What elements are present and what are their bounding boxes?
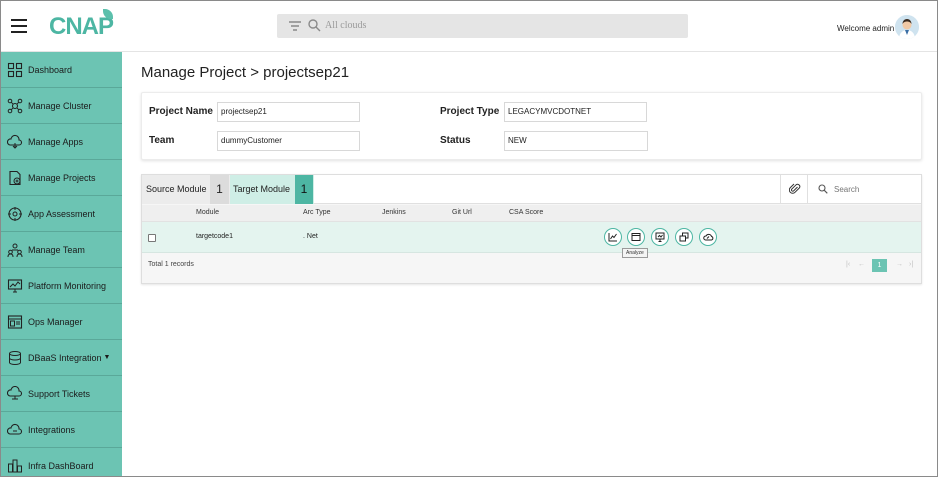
search-icon <box>818 184 828 194</box>
project-type-field[interactable]: LEGACYMVCDOTNET <box>504 102 647 122</box>
sidebar-item-label: Manage Team <box>28 244 85 255</box>
first-page-icon[interactable]: |‹ <box>846 261 850 268</box>
team-icon <box>7 243 23 257</box>
module-search[interactable] <box>808 175 921 204</box>
apps-icon <box>7 134 23 149</box>
assessment-icon <box>8 206 22 221</box>
target-count-badge: 1 <box>295 175 313 204</box>
page-title: Manage Project > projectsep21 <box>141 64 350 81</box>
sidebar-item-manage-projects[interactable]: Manage Projects <box>1 160 122 196</box>
team-label: Team <box>149 135 175 146</box>
cloud-action-button[interactable] <box>699 228 717 246</box>
total-records: Total 1 records <box>148 261 194 268</box>
sidebar-item-manage-cluster[interactable]: Manage Cluster <box>1 88 122 124</box>
app-window: CNAP All clouds Welcome admin Dashboard … <box>0 0 938 477</box>
sidebar-item-label: Manage Apps <box>28 136 84 147</box>
cloud-search-bar[interactable]: All clouds <box>277 14 688 38</box>
page-number-button[interactable]: 1 <box>872 259 887 272</box>
status-field[interactable]: NEW <box>504 131 648 151</box>
sidebar-item-label: Platform Monitoring <box>28 280 107 291</box>
prev-page-icon[interactable]: ← <box>858 261 865 268</box>
projects-icon <box>9 170 21 185</box>
cloud-search-placeholder: All clouds <box>325 20 367 31</box>
infra-icon <box>8 459 22 472</box>
app-logo[interactable]: CNAP <box>49 9 114 41</box>
sidebar-item-manage-team[interactable]: Manage Team <box>1 232 122 268</box>
sidebar-item-platform-monitoring[interactable]: Platform Monitoring <box>1 268 122 304</box>
module-tabbar: Source Module 1 Target Module 1 <box>142 175 921 204</box>
presentation-action-button[interactable] <box>651 228 669 246</box>
sidebar-item-app-assessment[interactable]: App Assessment <box>1 196 122 232</box>
table-row[interactable]: targetcode1 . Net <box>142 222 921 253</box>
window-icon <box>631 233 641 241</box>
filter-icon[interactable] <box>289 19 301 33</box>
cluster-icon <box>7 98 23 113</box>
ops-icon <box>7 314 23 329</box>
welcome-text: Welcome admin <box>837 24 895 33</box>
user-avatar[interactable] <box>895 15 919 39</box>
tab-target-label: Target Module <box>233 184 291 194</box>
team-field[interactable]: dummyCustomer <box>217 131 360 151</box>
sidebar-item-integrations[interactable]: Integrations <box>1 412 122 448</box>
chart-action-button[interactable] <box>604 228 622 246</box>
sidebar-item-label: Dashboard <box>28 64 73 75</box>
tab-source-label: Source Module <box>146 184 207 194</box>
sidebar-item-label: Infra DashBoard <box>28 460 94 471</box>
module-search-input[interactable] <box>834 183 914 196</box>
logo-text: CNAP <box>49 13 114 40</box>
analyze-button[interactable] <box>627 228 645 246</box>
project-name-label: Project Name <box>149 106 213 117</box>
last-page-icon[interactable]: ›| <box>909 261 913 268</box>
caret-down-icon[interactable]: ▼ <box>104 354 111 361</box>
project-info-card: Project Name projectsep21 Project Type L… <box>141 92 922 160</box>
menu-icon[interactable] <box>11 19 27 33</box>
sidebar-item-label: Manage Cluster <box>28 100 92 111</box>
attach-button[interactable] <box>780 175 808 204</box>
sidebar-item-label: DBaaS Integration <box>28 352 102 363</box>
cell-arc-type: . Net <box>303 233 318 240</box>
sidebar-item-manage-apps[interactable]: Manage Apps <box>1 124 122 160</box>
copy-icon <box>679 232 689 242</box>
col-module[interactable]: Module <box>196 209 219 216</box>
sidebar-item-label: Ops Manager <box>28 316 83 327</box>
sidebar-item-dbaas-integration[interactable]: DBaaS Integration ▼ <box>1 340 122 376</box>
cell-module: targetcode1 <box>196 233 233 240</box>
paperclip-icon <box>789 183 801 194</box>
sidebar-item-label: App Assessment <box>28 208 96 219</box>
analyze-tooltip: Analyze <box>622 248 648 258</box>
sidebar-item-dashboard[interactable]: Dashboard <box>1 52 122 88</box>
status-label: Status <box>440 135 471 146</box>
sidebar-item-ops-manager[interactable]: Ops Manager <box>1 304 122 340</box>
dashboard-icon <box>7 62 23 77</box>
col-git-url[interactable]: Git Url <box>452 209 472 216</box>
cloud-upload-icon <box>702 233 713 241</box>
project-type-label: Project Type <box>440 106 500 117</box>
sidebar-item-label: Support Tickets <box>28 388 91 399</box>
sidebar-item-label: Integrations <box>28 424 76 435</box>
tickets-icon <box>7 385 23 399</box>
avatar-icon <box>895 15 919 39</box>
clone-action-button[interactable] <box>675 228 693 246</box>
presentation-icon <box>655 232 665 242</box>
monitoring-icon <box>7 278 23 292</box>
search-icon <box>308 19 321 32</box>
sidebar-item-label: Manage Projects <box>28 172 96 183</box>
source-count-badge: 1 <box>210 175 229 204</box>
project-name-field[interactable]: projectsep21 <box>217 102 360 122</box>
next-page-icon[interactable]: → <box>896 261 903 268</box>
row-checkbox[interactable] <box>148 234 156 242</box>
sidebar: Dashboard Manage Cluster Manage Apps Man… <box>1 52 122 476</box>
top-header: CNAP All clouds Welcome admin <box>1 1 937 52</box>
sidebar-item-support-tickets[interactable]: Support Tickets <box>1 376 122 412</box>
sidebar-item-infra-dashboard[interactable]: Infra DashBoard <box>1 448 122 476</box>
cloud-icon <box>7 423 23 435</box>
col-arc-type[interactable]: Arc Type <box>303 209 331 216</box>
col-csa-score[interactable]: CSA Score <box>509 209 543 216</box>
col-jenkins[interactable]: Jenkins <box>382 209 406 216</box>
database-icon <box>9 350 21 365</box>
line-chart-icon <box>608 233 617 242</box>
modules-card: Source Module 1 Target Module 1 Module A… <box>141 174 922 284</box>
table-header: Module Arc Type Jenkins Git Url CSA Scor… <box>142 205 921 222</box>
